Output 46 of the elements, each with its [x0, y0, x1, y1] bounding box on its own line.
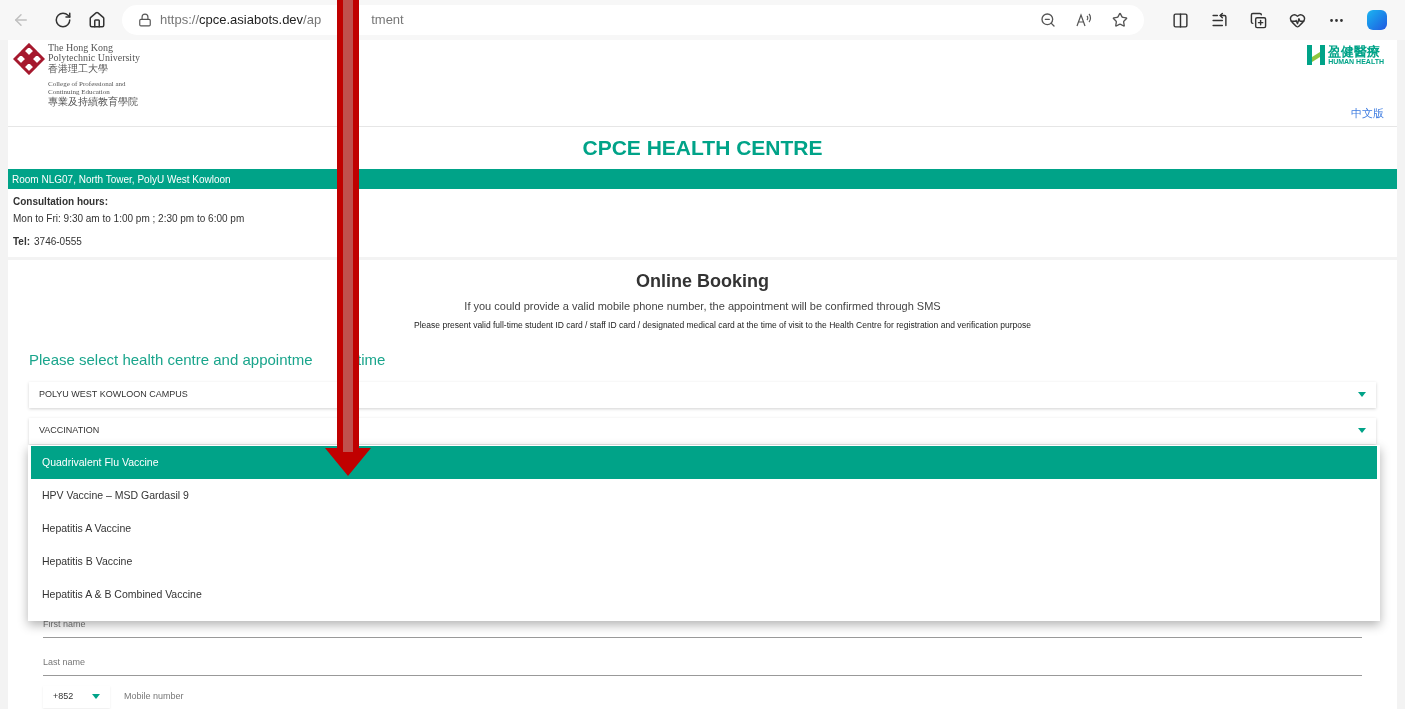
- dropdown-select[interactable]: POLYU WEST KOWLOON CAMPUS: [29, 381, 1376, 408]
- url-text: tment: [371, 11, 404, 30]
- text-field[interactable]: Last name: [43, 637, 1362, 676]
- favorite-star-icon[interactable]: [1112, 12, 1128, 28]
- health-icon[interactable]: [1289, 11, 1306, 29]
- zoom-out-icon[interactable]: [1040, 12, 1056, 28]
- mobile-number-field[interactable]: Mobile number: [124, 690, 241, 704]
- country-code-select[interactable]: +852: [43, 685, 110, 708]
- page-title: CPCE HEALTH CENTRE: [582, 135, 823, 162]
- section-heading: Please select health centre and appointme: [29, 350, 314, 371]
- partner-chinese-name: 盈健醫療: [1328, 45, 1382, 58]
- id-card-note: Please present valid full-time student ID card / staff ID card / designated medical card at the time of visit to the Health Centre for registration and verification purpose: [413, 318, 1031, 332]
- tel-label: Tel:: [13, 235, 31, 249]
- read-aloud-icon[interactable]: [1076, 12, 1092, 28]
- partner-logo-icon: [1307, 45, 1326, 65]
- hours-label: Consultation hours:: [13, 195, 109, 209]
- hours-text: Mon to Fri: 9:30 am to 1:00 pm ; 2:30 pm to 6:00 pm: [13, 212, 246, 226]
- tel-text: 3746-0555: [34, 235, 82, 249]
- address-bar[interactable]: https://cpce.asiabots.dev/ap tment: [122, 5, 1144, 35]
- college-chinese-name: 專業及持續教育學院: [48, 96, 139, 107]
- copilot-icon[interactable]: [1367, 10, 1387, 30]
- menu-item[interactable]: HPV Vaccine – MSD Gardasil 9: [28, 479, 1380, 512]
- menu-item[interactable]: Hepatitis A & B Combined Vaccine: [28, 578, 1380, 611]
- location-bar: Room NLG07, North Tower, PolyU West Kowloon: [8, 169, 1397, 189]
- language-link[interactable]: 中文版: [1351, 104, 1384, 121]
- caret-icon: [1358, 428, 1366, 434]
- university-chinese-name: 香港理工大學: [48, 64, 108, 74]
- collections-icon[interactable]: [1250, 11, 1267, 29]
- home-icon[interactable]: [88, 11, 106, 29]
- menu-item[interactable]: Hepatitis A Vaccine: [28, 512, 1380, 545]
- sms-note: If you could provide a valid mobile phone number, the appointment will be confirmed through SMS: [464, 299, 941, 314]
- university-name: Polytechnic University: [48, 53, 140, 63]
- university-name: The Hong Kong: [48, 43, 113, 53]
- url-text: /ap: [303, 11, 322, 30]
- url-text: https://: [160, 11, 200, 30]
- university-logo-icon: [13, 43, 45, 75]
- dropdown-select[interactable]: VACCINATION: [29, 417, 1376, 444]
- favorites-icon[interactable]: [1211, 11, 1228, 29]
- caret-icon: [92, 694, 100, 700]
- caret-icon: [1358, 392, 1366, 398]
- lock-icon: [138, 13, 152, 27]
- booking-title: Online Booking: [636, 270, 769, 293]
- url-text: cpce.asiabots.dev: [199, 11, 304, 30]
- split-screen-icon[interactable]: [1172, 11, 1189, 29]
- reload-icon[interactable]: [54, 11, 72, 29]
- menu-item[interactable]: Hepatitis B Vaccine: [28, 545, 1380, 578]
